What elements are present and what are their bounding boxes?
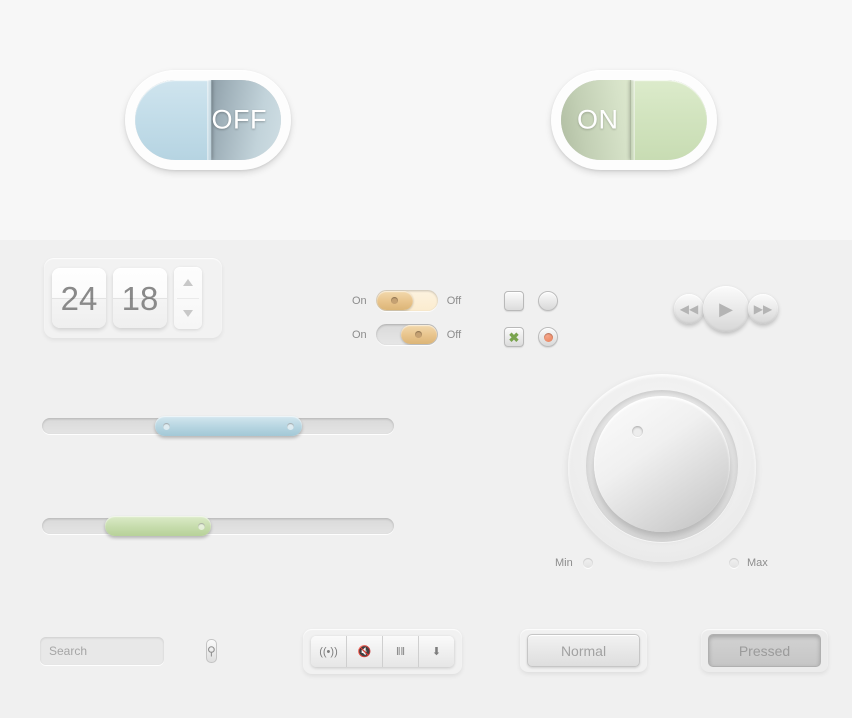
- big-toggle-on-track: ON: [561, 80, 707, 160]
- wireless-icon: ((•)): [319, 645, 338, 658]
- green-range-slider[interactable]: [42, 516, 394, 536]
- number-stepper[interactable]: 24 18: [44, 258, 222, 338]
- mini-toggle-1-on-label: On: [352, 294, 367, 307]
- mini-toggle-2[interactable]: [375, 324, 438, 345]
- big-toggle-on-label: ON: [577, 104, 619, 135]
- big-toggle-on[interactable]: ON: [551, 70, 717, 170]
- mini-toggle-1[interactable]: [375, 290, 438, 311]
- stepper-arrows[interactable]: [174, 267, 202, 329]
- radio-dot-icon: [543, 332, 553, 342]
- mute-button[interactable]: 🔇: [347, 636, 383, 667]
- search-button[interactable]: ⚲: [206, 639, 217, 663]
- mini-toggle-row-1: On Off: [352, 290, 461, 311]
- mini-toggle-1-knob[interactable]: [376, 291, 413, 310]
- stepper-down-button[interactable]: [174, 298, 202, 329]
- big-toggle-off-knob[interactable]: [135, 80, 211, 160]
- mini-toggle-2-off-label: Off: [446, 328, 462, 341]
- mini-toggle-2-on-label: On: [352, 328, 367, 341]
- stepper-up-button[interactable]: [174, 267, 202, 298]
- knob-max-marker: [729, 558, 739, 568]
- download-icon: ⬇: [431, 646, 442, 658]
- search-input[interactable]: [42, 638, 206, 664]
- big-toggle-on-knob[interactable]: [631, 80, 707, 160]
- rewind-button[interactable]: ◀◀: [674, 294, 704, 324]
- play-icon: ▶: [719, 298, 733, 319]
- wireless-button[interactable]: ((•)): [311, 636, 347, 667]
- normal-button-label: Normal: [560, 642, 607, 659]
- green-slider-handle[interactable]: [105, 516, 211, 536]
- forward-button[interactable]: ▶▶: [748, 294, 778, 324]
- stepper-digit-left[interactable]: 24: [52, 268, 106, 328]
- normal-button-cap: Normal: [527, 634, 640, 667]
- stepper-digit-right-value: 18: [121, 279, 159, 317]
- segmented-control[interactable]: ((•)) 🔇 ‖‖ ⬇: [311, 636, 454, 667]
- knob-max-label: Max: [747, 557, 768, 569]
- pressed-button-label: Pressed: [738, 642, 791, 659]
- big-toggle-off-label: OFF: [211, 104, 267, 135]
- stepper-digit-right[interactable]: 18: [113, 268, 167, 328]
- handle-screw-right-icon: [287, 422, 295, 430]
- checkbox-checked[interactable]: ✖: [504, 327, 524, 347]
- ui-kit-canvas: OFF ON 24 18 On Off On Off ✖ ◀◀ ▶ ▶▶ Min…: [0, 0, 852, 718]
- search-icon: ⚲: [207, 644, 216, 658]
- search-field[interactable]: ⚲: [40, 637, 217, 665]
- radio-selected[interactable]: [538, 327, 558, 347]
- radio-unselected[interactable]: [538, 291, 558, 311]
- download-button[interactable]: ⬇: [419, 636, 454, 667]
- mini-toggle-2-knob[interactable]: [400, 325, 437, 344]
- knob-min-marker: [583, 558, 593, 568]
- mini-toggle-row-2: On Off: [352, 324, 461, 345]
- normal-button[interactable]: Normal: [520, 629, 647, 672]
- pressed-button-cap: Pressed: [708, 634, 821, 667]
- blue-slider-handle[interactable]: [154, 416, 303, 436]
- chevron-up-icon: [183, 279, 193, 286]
- check-x-icon: ✖: [508, 329, 520, 345]
- knob-position-indicator-icon: [632, 426, 643, 437]
- pressed-button[interactable]: Pressed: [701, 629, 828, 672]
- big-toggle-on-seam: [629, 80, 635, 160]
- play-button[interactable]: ▶: [703, 286, 749, 332]
- knob-min-label: Min: [555, 557, 573, 569]
- big-toggle-off[interactable]: OFF: [125, 70, 291, 170]
- chevron-down-icon: [183, 310, 193, 317]
- mini-toggle-1-off-label: Off: [446, 294, 462, 307]
- rewind-icon: ◀◀: [679, 302, 699, 316]
- checkbox-unchecked[interactable]: [504, 291, 524, 311]
- handle-screw-left-icon: [162, 422, 170, 430]
- stepper-digit-left-value: 24: [60, 279, 98, 317]
- handle-screw-icon: [197, 522, 205, 530]
- knob-cap[interactable]: [594, 396, 730, 532]
- fast-forward-icon: ▶▶: [753, 302, 773, 316]
- blue-range-slider[interactable]: [42, 416, 394, 436]
- rotary-knob[interactable]: [568, 374, 756, 562]
- big-toggle-off-track: OFF: [135, 80, 281, 160]
- equalizer-icon: ‖‖: [395, 645, 406, 658]
- mute-icon: 🔇: [357, 646, 372, 658]
- equalizer-button[interactable]: ‖‖: [383, 636, 419, 667]
- segmented-toolbar: ((•)) 🔇 ‖‖ ⬇: [303, 629, 462, 674]
